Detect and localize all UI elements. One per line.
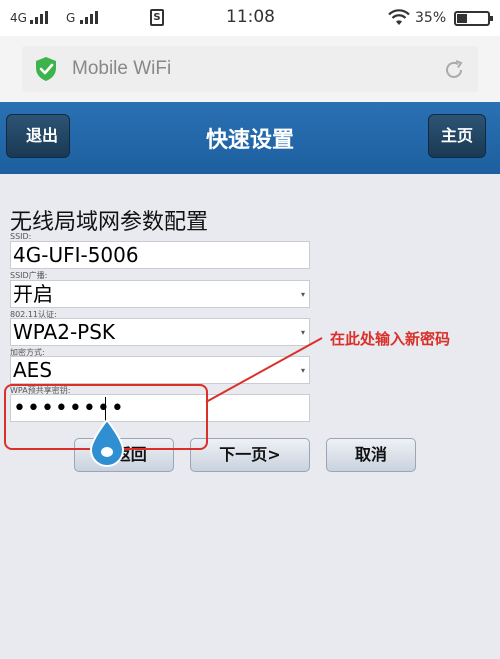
cancel-button[interactable]: 取消: [326, 438, 416, 472]
broadcast-select[interactable]: 开启 ▾: [10, 280, 310, 308]
dropdown-arrow-icon: ▾: [300, 328, 305, 337]
network-type-1: 4G: [10, 11, 27, 25]
dropdown-arrow-icon: ▾: [300, 290, 305, 299]
encryption-value: AES: [13, 358, 53, 382]
shield-check-icon: [36, 57, 56, 81]
reload-icon[interactable]: [442, 58, 466, 82]
section-title: 无线局域网参数配置: [10, 210, 209, 235]
exit-button-label: 退出: [25, 126, 58, 145]
ssid-label: SSID:: [10, 232, 32, 241]
auth-value: WPA2-PSK: [13, 320, 116, 344]
status-bar: 4G G S 11:08 35%: [0, 0, 500, 36]
app-header: 退出 快速设置 主页: [0, 102, 500, 174]
signal-strength-icon: [30, 11, 52, 24]
signal-strength-icon-2: [80, 11, 102, 24]
auth-select[interactable]: WPA2-PSK ▾: [10, 318, 310, 346]
network-type-2: G: [66, 11, 76, 25]
battery-icon: [454, 11, 493, 26]
ssid-input[interactable]: 4G-UFI-5006: [10, 241, 310, 269]
clock: 11:08: [226, 7, 275, 27]
page-title: Mobile WiFi: [72, 58, 172, 79]
dropdown-arrow-icon: ▾: [300, 366, 305, 375]
battery-percent: 35%: [415, 10, 447, 26]
home-button[interactable]: 主页: [428, 114, 486, 158]
sim-icon: S: [150, 9, 164, 26]
annotation-text: 在此处输入新密码: [330, 330, 451, 348]
next-page-button[interactable]: 下一页>: [190, 438, 310, 472]
touch-drop-icon: [89, 418, 125, 467]
encryption-select[interactable]: AES ▾: [10, 356, 310, 384]
header-title: 快速设置: [205, 128, 294, 153]
wifi-icon: [388, 9, 410, 25]
broadcast-value: 开启: [13, 282, 53, 306]
